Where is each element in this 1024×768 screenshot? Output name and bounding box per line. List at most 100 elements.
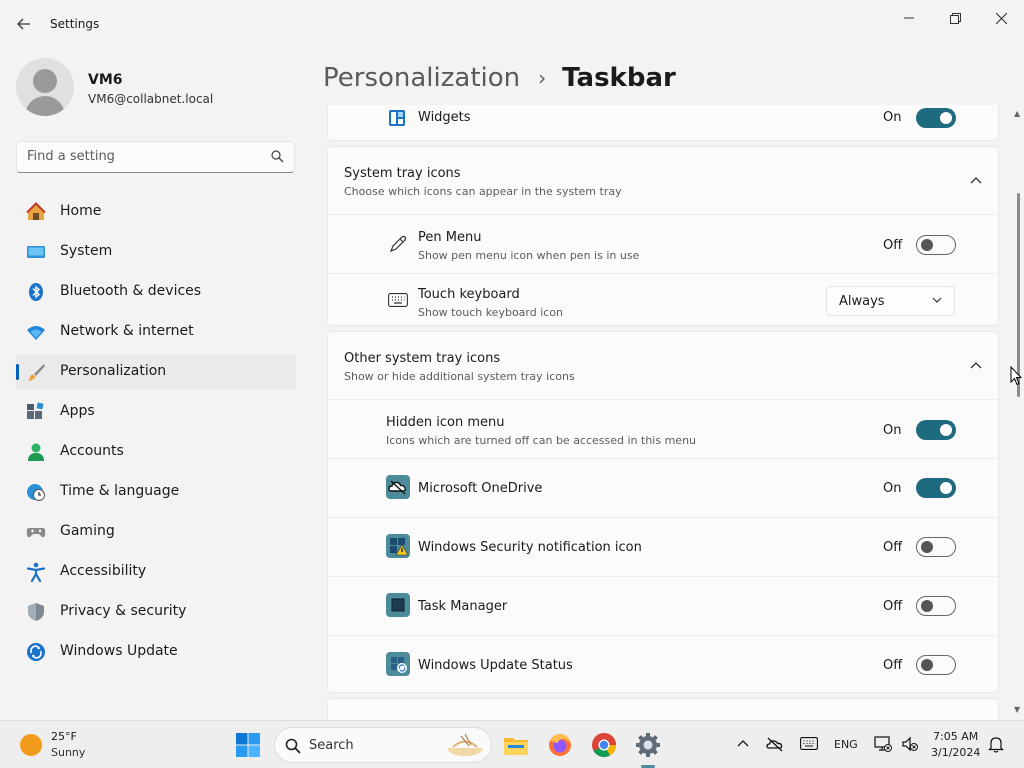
windows-security-state: Off [883,540,903,555]
sidebar-item-bluetooth[interactable]: Bluetooth & devices [16,274,296,310]
breadcrumb: Personalization › Taskbar [323,58,676,98]
pen-menu-row: Pen Menu Show pen menu icon when pen is … [328,215,1000,273]
search-input[interactable] [27,149,257,164]
onedrive-toggle[interactable] [916,478,956,498]
sidebar-item-privacy-security[interactable]: Privacy & security [16,594,296,630]
sidebar-item-accounts[interactable]: Accounts [16,434,296,470]
sidebar-item-home[interactable]: Home [16,194,296,230]
onedrive-icon [386,475,410,499]
system-tray-title: System tray icons [344,166,461,181]
restore-button[interactable] [932,4,978,32]
taskbar-search[interactable]: Search [274,727,492,763]
taskbar: 25°F Sunny Search ENG 7:05 AM 3/1/2024 [0,720,1024,768]
user-profile[interactable]: VM6 VM6@collabnet.local [16,58,296,118]
sidebar-item-accessibility[interactable]: Accessibility [16,554,296,590]
weather-condition: Sunny [51,746,86,759]
sidebar-item-time-language[interactable]: Time & language [16,474,296,510]
sidebar-item-network[interactable]: Network & internet [16,314,296,350]
keyboard-icon [388,293,408,307]
chevron-up-icon[interactable] [970,361,982,369]
system-tray-header[interactable]: System tray icons Choose which icons can… [328,147,1000,214]
sidebar-item-windows-update[interactable]: Windows Update [16,634,296,670]
task-manager-state: Off [883,599,903,614]
mouse-cursor-icon [1010,366,1022,386]
task-manager-title: Task Manager [418,599,508,614]
apps-icon [27,402,44,419]
other-tray-header[interactable]: Other system tray icons Show or hide add… [328,332,1000,399]
system-icon [27,246,45,258]
breadcrumb-parent[interactable]: Personalization [323,63,520,93]
windows-security-title: Windows Security notification icon [418,540,642,555]
notification-bell-icon[interactable] [988,736,1004,753]
chevron-up-icon[interactable] [737,739,749,747]
windows-security-toggle[interactable] [916,537,956,557]
windows-update-status-title: Windows Update Status [418,658,573,673]
other-tray-icons-card: Other system tray icons Show or hide add… [327,331,1000,694]
onedrive-row: Microsoft OneDrive On [328,459,1000,517]
sun-icon [20,734,42,756]
sidebar-item-personalization[interactable]: Personalization [16,354,296,390]
content-scrollbar[interactable]: ▲ ▼ [1012,105,1024,720]
user-name: VM6 [88,72,123,88]
sidebar-item-apps[interactable]: Apps [16,394,296,430]
settings-content: Widgets On System tray icons Choose whic… [327,105,1013,721]
system-tray-icons-card: System tray icons Choose which icons can… [327,146,1000,326]
network-icon[interactable] [874,736,892,752]
volume-muted-icon[interactable] [901,736,919,752]
file-explorer-icon[interactable] [502,731,530,759]
wifi-icon [27,326,45,340]
touch-keyboard-title: Touch keyboard [418,287,520,302]
hidden-icon-menu-row: Hidden icon menu Icons which are turned … [328,400,1000,458]
brush-icon [28,364,45,381]
minimize-button[interactable] [886,4,932,32]
pen-menu-toggle[interactable] [916,235,956,255]
windows-security-icon [386,534,410,558]
pen-menu-description: Show pen menu icon when pen is in use [418,249,640,262]
weather-temp: 25°F [51,730,77,743]
sidebar-item-system[interactable]: System [16,234,296,270]
settings-gear-icon[interactable] [634,731,662,759]
update-icon [27,643,45,661]
chevron-up-icon[interactable] [970,176,982,184]
language-indicator[interactable]: ENG [834,738,858,751]
pen-menu-title: Pen Menu [418,230,482,245]
windows-update-status-icon [386,652,410,676]
app-title: Settings [50,17,100,31]
scroll-up-icon[interactable]: ▲ [1014,109,1020,118]
restore-icon [949,12,961,24]
widgets-toggle[interactable] [916,108,956,128]
keyboard-icon[interactable] [800,737,818,750]
close-icon [995,12,1007,24]
start-icon[interactable] [234,731,262,759]
onedrive-offline-icon[interactable] [766,736,784,752]
page-title: Taskbar [562,63,676,93]
firefox-icon[interactable] [546,731,574,759]
home-icon [26,202,46,220]
search-highlight-icon [447,733,483,756]
task-manager-row: Task Manager Off [328,577,1000,635]
hidden-icon-menu-state: On [883,423,902,438]
chrome-icon[interactable] [590,731,618,759]
other-tray-description: Show or hide additional system tray icon… [344,370,575,383]
sidebar-nav: Home System Bluetooth & devices Network … [16,194,296,674]
scroll-down-icon[interactable]: ▼ [1014,705,1020,714]
minimize-icon [904,17,914,19]
touch-keyboard-description: Show touch keyboard icon [418,306,564,319]
close-button[interactable] [978,4,1024,32]
widgets-card: Widgets On [327,105,999,141]
widgets-icon [389,110,405,126]
widgets-label: Widgets [418,110,471,125]
taskbar-behaviors-card[interactable] [327,698,999,721]
back-button[interactable] [10,10,38,38]
taskbar-search-label: Search [309,738,354,753]
find-setting-search[interactable] [16,141,295,173]
task-manager-toggle[interactable] [916,596,956,616]
windows-update-status-row: Windows Update Status Off [328,636,1000,694]
pen-menu-state: Off [883,238,903,253]
hidden-icon-menu-toggle[interactable] [916,420,956,440]
windows-update-status-toggle[interactable] [916,655,956,675]
onedrive-title: Microsoft OneDrive [418,481,543,496]
chevron-down-icon [932,297,942,303]
touch-keyboard-dropdown[interactable]: Always [826,286,955,316]
sidebar-item-gaming[interactable]: Gaming [16,514,296,550]
